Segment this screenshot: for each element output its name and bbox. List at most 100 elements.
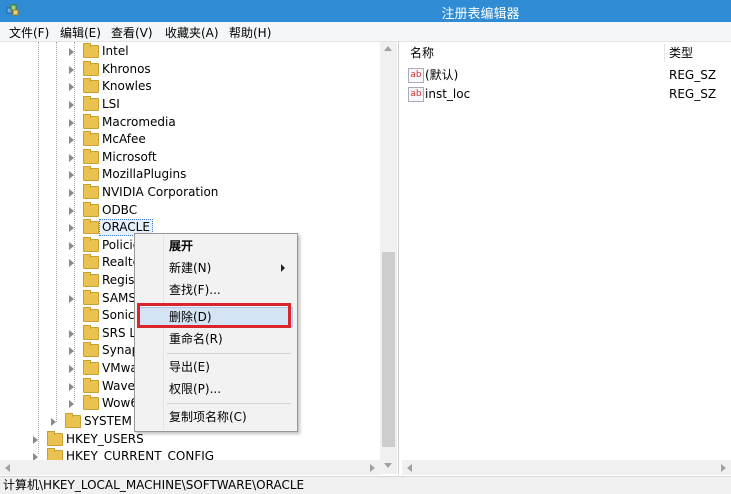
menu-item-delete[interactable]: 删除(D) [137,307,293,327]
tree-item-label: McAfee [102,132,146,146]
menu-item-label: 展开 [169,239,194,253]
scroll-right-arrow-icon[interactable] [370,464,375,472]
tree-item-label: SRS L [102,326,137,340]
tree-item-label: NVIDIA Corporation [102,185,219,199]
scroll-left-arrow-icon[interactable] [407,464,412,472]
menu-separator [167,353,291,354]
expand-arrow-icon[interactable] [69,119,74,127]
scroll-left-arrow-icon[interactable] [5,464,10,472]
folder-icon [83,184,99,199]
tree-item-label: VMwa [102,361,138,375]
expand-arrow-icon[interactable] [69,136,74,144]
folder-icon [83,202,99,217]
expand-arrow-icon[interactable] [69,101,74,109]
menu-help[interactable]: 帮助(H) [229,24,271,41]
tree-vertical-scrollbar[interactable] [380,42,397,474]
menu-favorites[interactable]: 收藏夹(A) [165,24,219,41]
folder-icon [83,61,99,76]
expand-arrow-icon[interactable] [69,365,74,373]
tree-item-label: MozillaPlugins [102,167,187,181]
menu-item-rename[interactable]: 重命名(R) [137,329,293,349]
tree-item-label: Regis [102,273,135,287]
scroll-right-arrow-icon[interactable] [721,464,726,472]
tree-item-label: Wave [102,379,135,393]
menu-item-label: 复制项名称(C) [169,410,247,424]
expand-arrow-icon[interactable] [69,242,74,250]
value-name: (默认) [425,68,459,82]
folder-icon [83,166,99,181]
menu-item-new[interactable]: 新建(N) [137,258,293,278]
tree-guide-line [38,42,39,454]
folder-icon [83,307,99,322]
column-divider[interactable] [664,44,665,62]
tree-item-label: ODBC [102,203,138,217]
expand-arrow-icon[interactable] [69,400,74,408]
expand-arrow-icon[interactable] [33,436,38,444]
expand-arrow-icon[interactable] [69,83,74,91]
value-type: REG_SZ [669,87,717,101]
folder-icon [83,96,99,111]
expand-arrow-icon[interactable] [69,154,74,162]
menu-item-find[interactable]: 查找(F)... [137,280,293,300]
menu-item-label: 导出(E) [169,360,210,374]
tree-item-label: Sonic [102,308,135,322]
string-value-icon: ab [408,68,424,83]
menu-item-label: 查找(F)... [169,283,221,297]
tree-item-label: Macromedia [102,115,176,129]
expand-arrow-icon[interactable] [69,224,74,232]
expand-arrow-icon[interactable] [69,189,74,197]
expand-arrow-icon[interactable] [69,207,74,215]
values-pane[interactable]: 名称 类型 ab (默认) REG_SZ ab inst_loc REG_SZ [402,42,731,474]
submenu-arrow-icon [281,264,285,272]
folder-icon [83,254,99,269]
expand-arrow-icon[interactable] [69,48,74,56]
string-value-icon: ab [408,87,424,102]
folder-icon [83,395,99,410]
menu-separator [167,403,291,404]
folder-icon [83,149,99,164]
menu-item-permissions[interactable]: 权限(P)... [137,379,293,399]
status-path: 计算机\HKEY_LOCAL_MACHINE\SOFTWARE\ORACLE [3,478,305,492]
value-type: REG_SZ [669,68,717,82]
menu-item-copy-key-name[interactable]: 复制项名称(C) [137,407,293,427]
folder-icon [83,78,99,93]
menu-bar: 文件(F) 编辑(E) 查看(V) 收藏夹(A) 帮助(H) [0,22,731,42]
folder-icon [65,413,81,428]
expand-arrow-icon[interactable] [69,347,74,355]
menu-separator [167,303,291,304]
menu-item-label: 删除(D) [169,310,212,324]
expand-arrow-icon[interactable] [69,295,74,303]
values-horizontal-scrollbar[interactable] [402,460,731,475]
column-header-type[interactable]: 类型 [669,42,693,64]
menu-item-expand[interactable]: 展开 [137,236,293,256]
menu-edit[interactable]: 编辑(E) [60,24,101,41]
scroll-up-arrow-icon[interactable] [384,46,392,51]
folder-icon [83,325,99,340]
menu-item-label: 重命名(R) [169,332,223,346]
menu-file[interactable]: 文件(F) [9,24,49,41]
value-row-inst-loc[interactable]: ab inst_loc REG_SZ [402,85,731,103]
column-header-name[interactable]: 名称 [410,42,434,64]
menu-item-label: 权限(P)... [169,382,222,396]
tree-item-label: Knowles [102,79,152,93]
expand-arrow-icon[interactable] [69,383,74,391]
tree-guide-line [56,42,57,422]
tree-item-label: LSI [102,97,120,111]
expand-arrow-icon[interactable] [51,418,56,426]
menu-view[interactable]: 查看(V) [111,24,153,41]
expand-arrow-icon[interactable] [69,171,74,179]
scroll-thumb[interactable] [382,252,395,447]
menu-item-export[interactable]: 导出(E) [137,357,293,377]
tree-item-label: Khronos [102,62,151,76]
value-row-default[interactable]: ab (默认) REG_SZ [402,66,731,84]
title-bar: 注册表编辑器 [0,0,731,22]
expand-arrow-icon[interactable] [69,66,74,74]
tree-horizontal-scrollbar[interactable] [0,460,380,475]
expand-arrow-icon[interactable] [69,330,74,338]
folder-icon [83,43,99,58]
folder-icon [83,237,99,252]
expand-arrow-icon[interactable] [69,259,74,267]
tree-item-label: SAMS [102,291,137,305]
folder-icon [83,131,99,146]
scroll-down-arrow-icon[interactable] [384,463,392,468]
